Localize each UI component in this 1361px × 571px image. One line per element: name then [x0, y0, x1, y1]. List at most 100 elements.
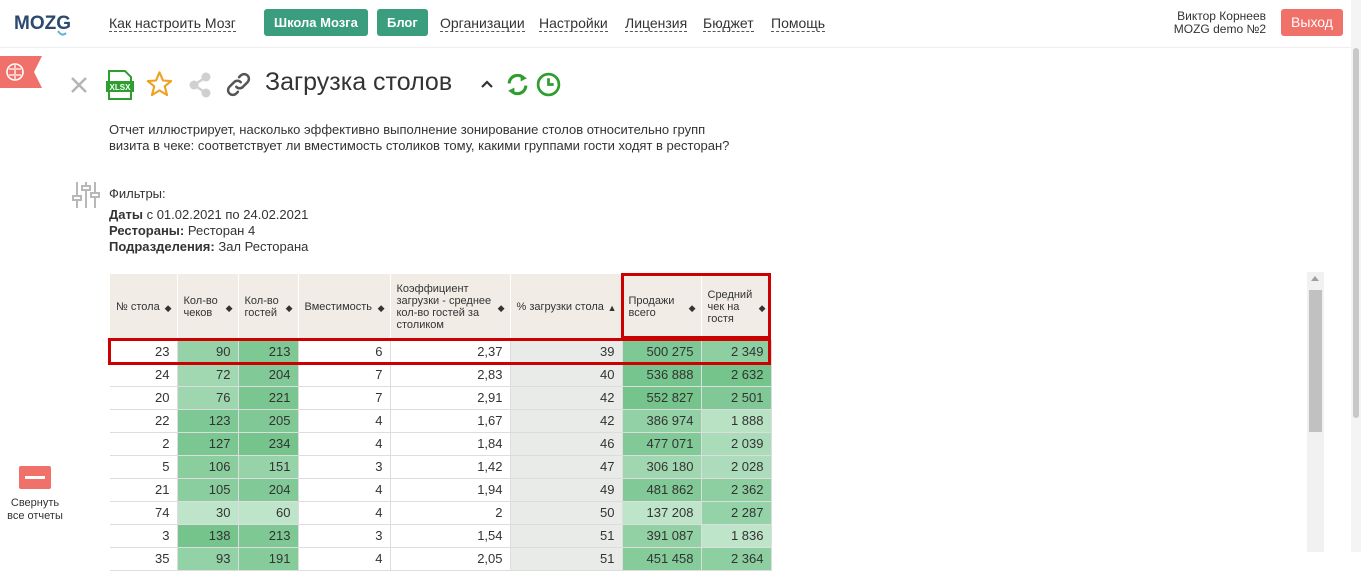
table-cell: 4	[298, 547, 391, 571]
table-cell: 2 364	[701, 547, 772, 571]
report-title: Загрузка столов	[265, 68, 453, 96]
filter-dates-label: Даты	[109, 207, 143, 222]
nav-link-setup[interactable]: Как настроить Мозг	[109, 15, 236, 32]
link-icon[interactable]	[225, 71, 252, 98]
table-cell: 204	[238, 363, 299, 387]
table-row[interactable]: 74 30 60 4 2 50 137 208 2 287	[110, 501, 772, 525]
table-cell: 46	[510, 432, 623, 456]
filters-list: Даты с 01.02.2021 по 24.02.2021 Ресторан…	[109, 207, 308, 255]
sort-icon: ◆	[497, 303, 505, 313]
scroll-up-arrow-icon[interactable]	[1311, 276, 1319, 281]
table-cell: 22	[110, 409, 178, 433]
table-scrollbar[interactable]	[1307, 272, 1324, 552]
column-header-load-percent[interactable]: % загрузки стола ▲	[510, 274, 623, 340]
table-row[interactable]: 35 93 191 4 2,05 51 451 458 2 364	[110, 547, 772, 571]
column-header-avg-check[interactable]: Средний чек на гостя ◆	[701, 274, 772, 340]
table-cell: 3	[298, 524, 391, 548]
table-cell: 21	[110, 478, 178, 502]
logout-button[interactable]: Выход	[1281, 9, 1343, 36]
table-cell: 213	[238, 524, 299, 548]
table-cell: 4	[298, 501, 391, 525]
sort-icon: ◆	[164, 303, 172, 313]
share-icon[interactable]	[187, 71, 213, 99]
nav-link-help[interactable]: Помощь	[771, 15, 826, 32]
nav-link-license[interactable]: Лицензия	[625, 15, 688, 32]
page-scrollbar-thumb[interactable]	[1353, 48, 1359, 418]
close-icon[interactable]	[70, 76, 88, 94]
nav-link-settings[interactable]: Настройки	[539, 15, 608, 32]
table-cell: 6	[298, 340, 391, 364]
table-row[interactable]: 2 127 234 4 1,84 46 477 071 2 039	[110, 432, 772, 456]
filter-restaurants: Рестораны: Ресторан 4	[109, 223, 308, 239]
filters-label: Фильтры:	[109, 186, 166, 201]
report-table: № стола ◆ Кол-во чеков ◆ Кол-во гостей ◆ Вм…	[110, 274, 772, 571]
nav-button-blog[interactable]: Блог	[377, 9, 428, 36]
table-cell: 23	[110, 340, 178, 364]
table-cell: 2,91	[390, 386, 511, 410]
table-cell: 60	[238, 501, 299, 525]
table-row[interactable]: 24 72 204 7 2,83 40 536 888 2 632	[110, 363, 772, 387]
scrollbar-thumb[interactable]	[1309, 290, 1322, 432]
table-cell: 76	[177, 386, 239, 410]
sort-icon: ◆	[758, 303, 766, 313]
table-cell: 24	[110, 363, 178, 387]
table-cell: 4	[298, 478, 391, 502]
table-header-row: № стола ◆ Кол-во чеков ◆ Кол-во гостей ◆ Вм…	[110, 274, 772, 340]
table-cell: 39	[510, 340, 623, 364]
table-cell: 306 180	[622, 455, 702, 479]
xlsx-icon[interactable]: XLSX	[106, 70, 134, 100]
sort-icon: ◆	[225, 303, 233, 313]
table-cell: 3	[110, 524, 178, 548]
sort-icon: ◆	[285, 303, 293, 313]
table-cell: 7	[298, 363, 391, 387]
column-header-label: Кол-во гостей	[244, 295, 279, 319]
nav-link-organizations[interactable]: Организации	[440, 15, 525, 32]
column-header-guests[interactable]: Кол-во гостей ◆	[238, 274, 299, 340]
table-row[interactable]: 23 90 213 6 2,37 39 500 275 2 349	[110, 340, 772, 364]
nav-button-school[interactable]: Школа Мозга	[264, 9, 368, 36]
table-cell: 50	[510, 501, 623, 525]
table-cell: 127	[177, 432, 239, 456]
brain-icon[interactable]	[0, 56, 42, 88]
column-header-load-coefficient[interactable]: Коэффициент загрузки - среднее кол-во го…	[390, 274, 511, 340]
filter-divisions-label: Подразделения:	[109, 239, 215, 254]
column-header-table-number[interactable]: № стола ◆	[110, 274, 178, 340]
star-icon[interactable]	[145, 70, 174, 98]
table-cell: 42	[510, 409, 623, 433]
table-row[interactable]: 21 105 204 4 1,94 49 481 862 2 362	[110, 478, 772, 502]
table-cell: 481 862	[622, 478, 702, 502]
table-cell: 1,67	[390, 409, 511, 433]
table-cell: 1,54	[390, 524, 511, 548]
column-header-label: № стола	[116, 301, 160, 313]
refresh-icon[interactable]	[505, 72, 530, 97]
column-header-checks[interactable]: Кол-во чеков ◆	[177, 274, 239, 340]
nav-link-budget[interactable]: Бюджет	[703, 15, 754, 32]
column-header-label: Вместимость	[304, 301, 373, 313]
filter-sliders-icon[interactable]	[72, 180, 100, 210]
table-row[interactable]: 22 123 205 4 1,67 42 386 974 1 888	[110, 409, 772, 433]
collapse-label: Свернуть все отчеты	[7, 497, 63, 522]
table-row[interactable]: 3 138 213 3 1,54 51 391 087 1 836	[110, 524, 772, 548]
table-cell: 47	[510, 455, 623, 479]
top-navigation: MOZG Как настроить Мозг Школа Мозга Блог…	[0, 0, 1361, 48]
user-info[interactable]: Виктор Корнеев MOZG demo №2	[1148, 10, 1266, 36]
sort-ascending-icon: ▲	[607, 303, 617, 313]
column-header-capacity[interactable]: Вместимость ◆	[298, 274, 391, 340]
collapse-all-reports-button[interactable]: Свернуть все отчеты	[4, 466, 66, 523]
column-header-label: Средний чек на гостя	[707, 289, 753, 325]
page-scrollbar[interactable]	[1351, 0, 1361, 552]
mozg-logo[interactable]: MOZG	[14, 9, 76, 39]
chevron-up-icon[interactable]	[480, 78, 494, 90]
table-cell: 7	[298, 386, 391, 410]
table-cell: 123	[177, 409, 239, 433]
table-cell: 20	[110, 386, 178, 410]
table-cell: 2,05	[390, 547, 511, 571]
table-cell: 72	[177, 363, 239, 387]
table-cell: 74	[110, 501, 178, 525]
clock-icon[interactable]	[536, 72, 561, 97]
table-row[interactable]: 20 76 221 7 2,91 42 552 827 2 501	[110, 386, 772, 410]
column-header-total-sales[interactable]: Продажи всего ◆	[622, 274, 702, 340]
sort-icon: ◆	[377, 303, 385, 313]
table-cell: 1 836	[701, 524, 772, 548]
table-row[interactable]: 5 106 151 3 1,42 47 306 180 2 028	[110, 455, 772, 479]
